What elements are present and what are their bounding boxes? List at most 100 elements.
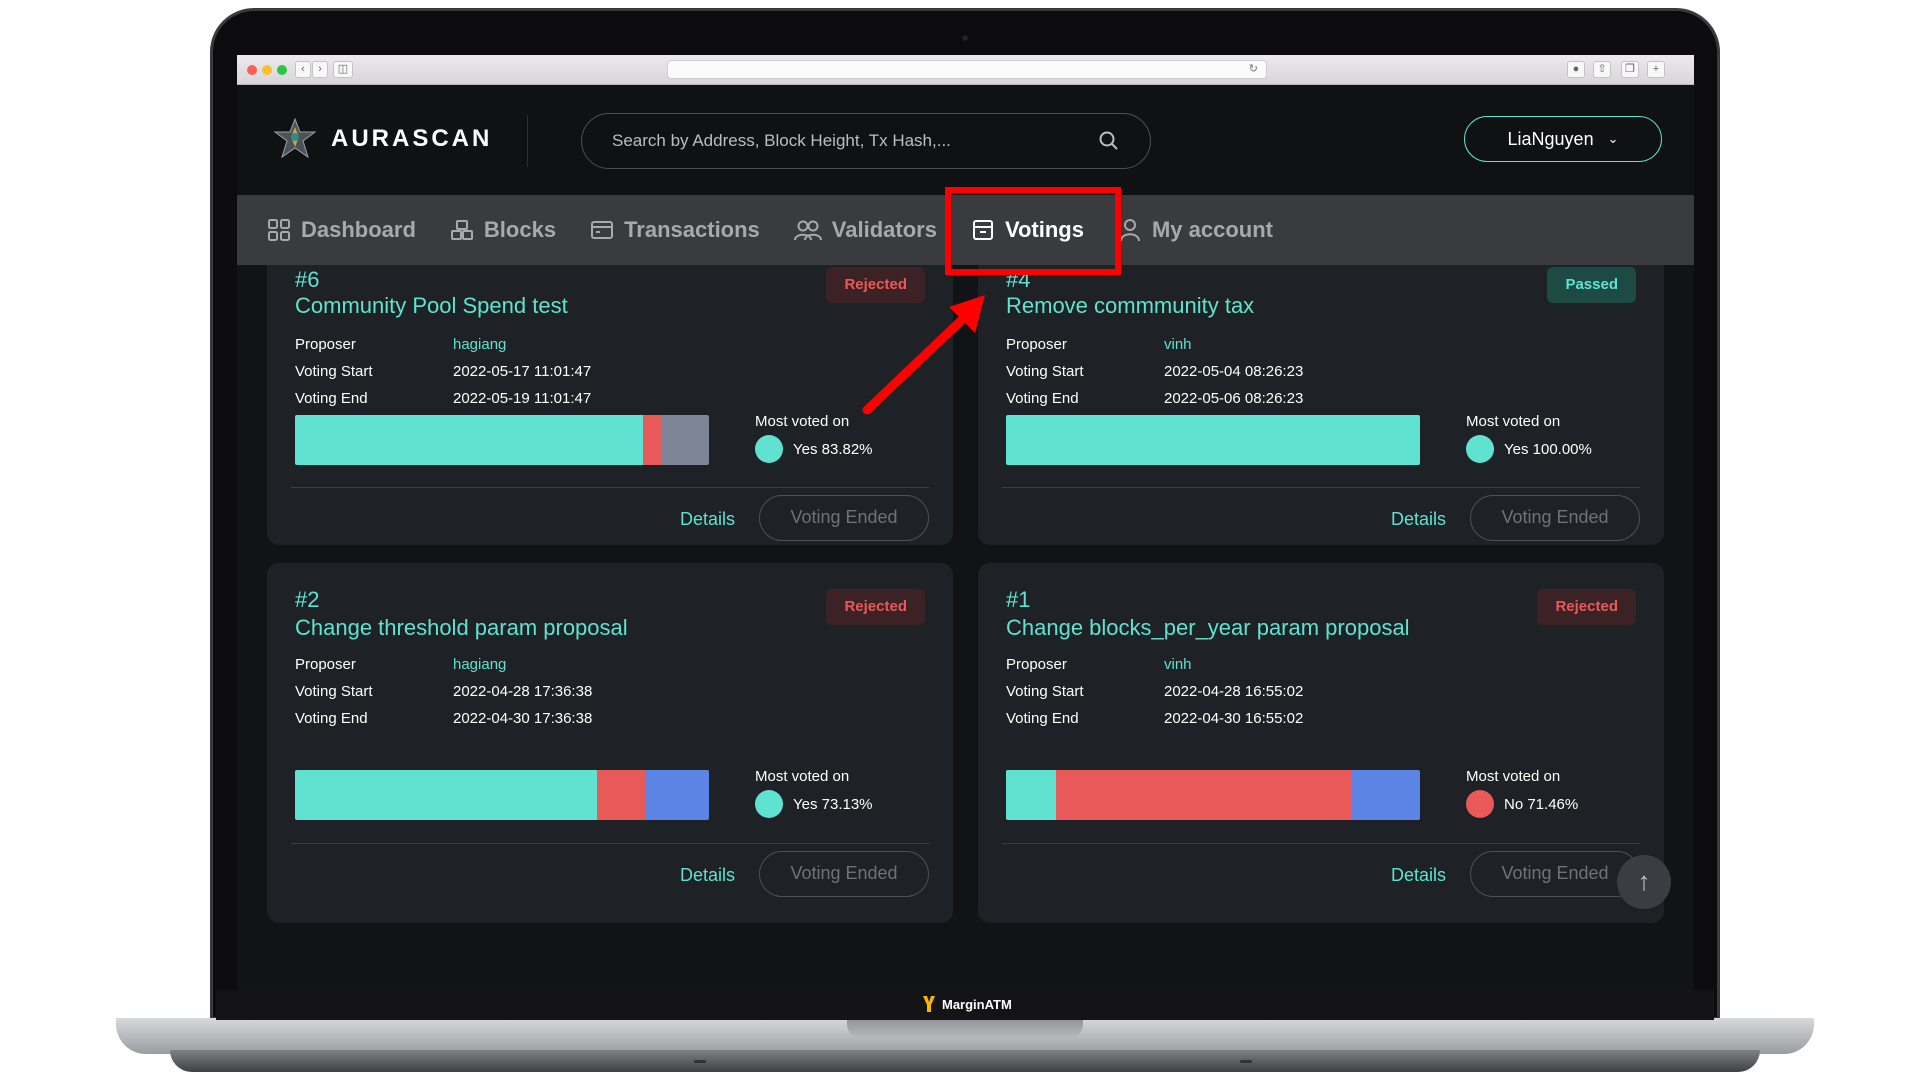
voting-ended-button[interactable]: Voting Ended bbox=[759, 495, 929, 541]
arrow-up-icon: ↑ bbox=[1637, 866, 1651, 896]
vote-segment bbox=[661, 415, 709, 465]
proposer-link[interactable]: hagiang bbox=[453, 651, 506, 678]
proposer-link[interactable]: vinh bbox=[1164, 651, 1192, 678]
most-voted-result: Yes 100.00% bbox=[1466, 435, 1592, 463]
card-divider bbox=[291, 487, 929, 488]
voting-start-value: 2022-04-28 17:36:38 bbox=[453, 683, 593, 700]
header-divider bbox=[527, 115, 528, 167]
chevron-down-icon: ⌄ bbox=[1607, 131, 1619, 146]
proposal-card[interactable]: #4 Remove commmunity tax Passed Proposer… bbox=[978, 265, 1664, 545]
nav-label: Transactions bbox=[624, 217, 760, 242]
laptop-base-bottom bbox=[170, 1050, 1760, 1072]
voting-ended-button[interactable]: Voting Ended bbox=[1470, 851, 1640, 897]
proposer-label: Proposer bbox=[295, 336, 356, 353]
download-icon[interactable]: ● bbox=[1567, 61, 1585, 78]
voting-start-value: 2022-05-04 08:26:23 bbox=[1164, 363, 1304, 380]
forward-icon[interactable]: › bbox=[312, 61, 328, 78]
proposal-title[interactable]: Change blocks_per_year param proposal bbox=[1006, 615, 1410, 641]
proposal-meta: Proposer vinh Voting Start 2022-04-28 16:5… bbox=[1006, 651, 1303, 732]
proposal-id: #6 bbox=[295, 267, 320, 292]
laptop-foot bbox=[694, 1060, 706, 1063]
nav-my-account[interactable]: My account bbox=[1118, 195, 1273, 265]
proposal-meta: Proposer hagiang Voting Start 2022-05-17 1… bbox=[295, 331, 591, 412]
sidebar-toggle-icon[interactable]: ◫ bbox=[333, 61, 353, 78]
watermark: MarginATM bbox=[922, 995, 1012, 1013]
card-divider bbox=[291, 843, 929, 844]
card-divider bbox=[1002, 843, 1640, 844]
maximize-window-button[interactable] bbox=[277, 65, 287, 75]
address-bar[interactable]: ↻ bbox=[667, 60, 1267, 79]
details-link[interactable]: Details bbox=[680, 509, 735, 530]
brand-name: AURASCAN bbox=[331, 125, 493, 152]
vote-segment bbox=[295, 415, 643, 465]
vote-color-dot bbox=[755, 435, 783, 463]
most-voted-result: No 71.46% bbox=[1466, 790, 1578, 818]
nav-validators[interactable]: Validators bbox=[793, 195, 937, 265]
laptop-notch bbox=[847, 1018, 1083, 1038]
tabs-icon[interactable]: ❐ bbox=[1621, 61, 1639, 78]
proposer-link[interactable]: hagiang bbox=[453, 331, 506, 358]
search-input[interactable] bbox=[612, 131, 1098, 151]
proposal-id: #1 bbox=[1006, 587, 1031, 612]
proposal-meta: Proposer vinh Voting Start 2022-05-04 08:2… bbox=[1006, 331, 1303, 412]
watermark-text: MarginATM bbox=[942, 996, 1012, 1012]
browser-toolbar: ‹ › ◫ ↻ ● ⇧ ❐ + bbox=[237, 55, 1694, 85]
proposal-card[interactable]: #6 Community Pool Spend test Rejected Pr… bbox=[267, 265, 953, 545]
account-username: LiaNguyen bbox=[1507, 128, 1594, 149]
proposal-card[interactable]: #2 Change threshold param proposal Rejec… bbox=[267, 563, 953, 923]
most-voted-label: Most voted on bbox=[1466, 768, 1561, 785]
nav-transactions[interactable]: Transactions bbox=[590, 195, 760, 265]
vote-segment bbox=[295, 770, 598, 820]
search-icon[interactable] bbox=[1098, 130, 1120, 152]
vote-segment bbox=[1006, 770, 1056, 820]
vote-color-dot bbox=[1466, 790, 1494, 818]
proposal-title[interactable]: Change threshold param proposal bbox=[295, 615, 628, 641]
most-voted-label: Most voted on bbox=[1466, 413, 1561, 430]
scroll-to-top-button[interactable]: ↑ bbox=[1617, 855, 1671, 909]
nav-label: Blocks bbox=[483, 217, 557, 242]
marginatm-logo-icon bbox=[923, 996, 935, 1012]
logo[interactable]: AURASCAN bbox=[273, 117, 492, 161]
proposal-title[interactable]: Community Pool Spend test bbox=[295, 293, 568, 319]
status-badge: Passed bbox=[1547, 267, 1636, 303]
voting-end-value: 2022-04-30 16:55:02 bbox=[1164, 710, 1304, 727]
share-icon[interactable]: ⇧ bbox=[1593, 61, 1611, 78]
voting-ended-button[interactable]: Voting Ended bbox=[759, 851, 929, 897]
close-window-button[interactable] bbox=[247, 65, 257, 75]
laptop-foot bbox=[1240, 1060, 1252, 1063]
voting-ended-button[interactable]: Voting Ended bbox=[1470, 495, 1640, 541]
back-icon[interactable]: ‹ bbox=[295, 61, 311, 78]
reload-icon[interactable]: ↻ bbox=[1249, 62, 1258, 75]
details-link[interactable]: Details bbox=[1391, 865, 1446, 886]
search-bar[interactable] bbox=[581, 113, 1151, 169]
voting-end-label: Voting End bbox=[295, 390, 368, 407]
vote-segment bbox=[1006, 415, 1420, 465]
proposal-meta: Proposer hagiang Voting Start 2022-04-28 1… bbox=[295, 651, 592, 732]
details-link[interactable]: Details bbox=[680, 865, 735, 886]
minimize-window-button[interactable] bbox=[262, 65, 272, 75]
dashboard-icon bbox=[268, 219, 290, 241]
most-voted-label: Most voted on bbox=[755, 768, 850, 785]
voting-start-value: 2022-05-17 11:01:47 bbox=[453, 363, 592, 380]
status-badge: Rejected bbox=[826, 267, 925, 303]
nav-dashboard[interactable]: Dashboard bbox=[267, 195, 416, 265]
details-link[interactable]: Details bbox=[1391, 509, 1446, 530]
app: AURASCAN LiaNguyen ⌄ bbox=[237, 85, 1694, 990]
nav-blocks[interactable]: Blocks bbox=[450, 195, 556, 265]
validators-icon bbox=[793, 220, 822, 241]
voting-end-value: 2022-05-19 11:01:47 bbox=[453, 390, 592, 407]
proposal-title[interactable]: Remove commmunity tax bbox=[1006, 293, 1254, 319]
nav-label: My account bbox=[1151, 217, 1274, 242]
account-menu-button[interactable]: LiaNguyen ⌄ bbox=[1464, 116, 1662, 162]
proposal-id: #2 bbox=[295, 587, 320, 612]
new-tab-icon[interactable]: + bbox=[1647, 61, 1665, 78]
aurascan-logo-icon bbox=[273, 117, 317, 159]
proposal-card[interactable]: #1 Change blocks_per_year param proposal… bbox=[978, 563, 1664, 923]
most-voted-value: No 71.46% bbox=[1504, 795, 1579, 813]
screen: ‹ › ◫ ↻ ● ⇧ ❐ + AURASCAN Search by Addre… bbox=[237, 55, 1694, 990]
proposer-label: Proposer bbox=[1006, 656, 1067, 673]
voting-end-label: Voting End bbox=[1006, 390, 1079, 407]
vote-color-dot bbox=[755, 790, 783, 818]
proposer-link[interactable]: vinh bbox=[1164, 331, 1192, 358]
app-header: AURASCAN LiaNguyen ⌄ bbox=[237, 85, 1694, 195]
